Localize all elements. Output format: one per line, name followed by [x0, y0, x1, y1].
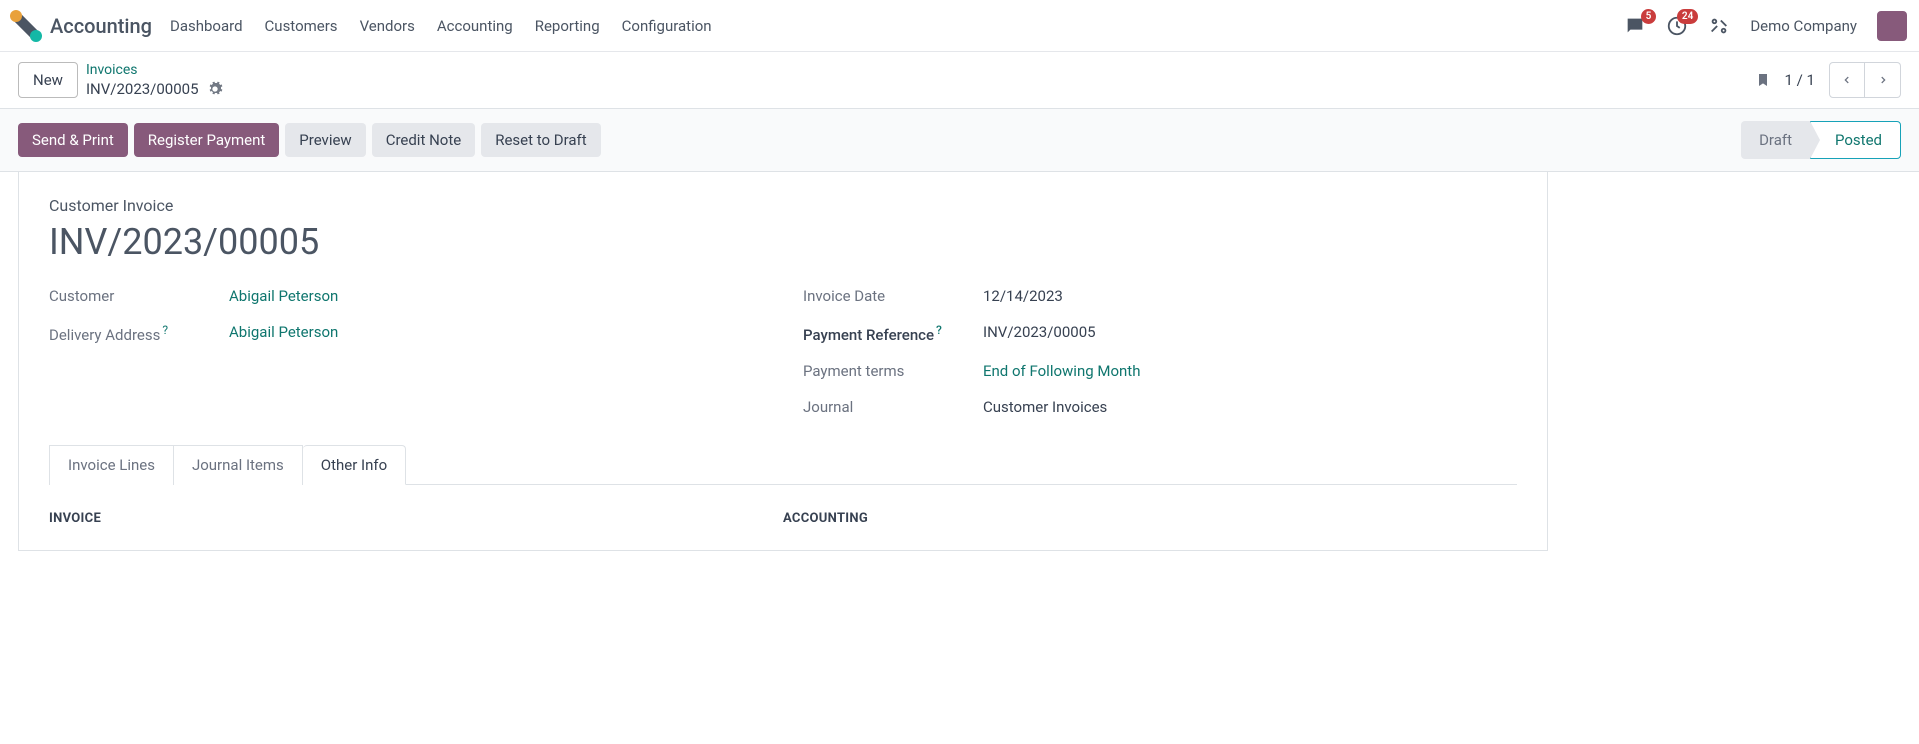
- form-col-right: Invoice Date 12/14/2023 Payment Referenc…: [803, 287, 1517, 416]
- preview-button[interactable]: Preview: [285, 123, 365, 157]
- payment-terms-value[interactable]: End of Following Month: [983, 362, 1517, 380]
- activities-badge: 24: [1677, 9, 1698, 24]
- messages-icon[interactable]: 5: [1624, 15, 1646, 37]
- nav-reporting[interactable]: Reporting: [535, 17, 600, 35]
- breadcrumb-bar: New Invoices INV/2023/00005 1 / 1: [0, 52, 1919, 109]
- form-sheet: Customer Invoice INV/2023/00005 Customer…: [18, 172, 1548, 551]
- nav-items: Dashboard Customers Vendors Accounting R…: [170, 17, 712, 35]
- invoice-date-value[interactable]: 12/14/2023: [983, 287, 1517, 305]
- company-switcher[interactable]: Demo Company: [1750, 17, 1857, 35]
- gear-icon[interactable]: [207, 81, 223, 97]
- user-avatar[interactable]: [1877, 11, 1907, 41]
- pager-next[interactable]: [1865, 62, 1901, 98]
- delivery-address-label: Delivery Address?: [49, 323, 209, 344]
- delivery-address-value[interactable]: Abigail Peterson: [229, 323, 763, 344]
- reset-draft-button[interactable]: Reset to Draft: [481, 123, 600, 157]
- breadcrumb-current-text: INV/2023/00005: [86, 80, 199, 98]
- credit-note-button[interactable]: Credit Note: [372, 123, 476, 157]
- help-icon[interactable]: ?: [936, 323, 942, 337]
- chevron-left-icon: [1842, 73, 1852, 87]
- tabs: Invoice Lines Journal Items Other Info: [49, 444, 1517, 485]
- nav-dashboard[interactable]: Dashboard: [170, 17, 243, 35]
- section-accounting-title: ACCOUNTING: [783, 511, 1517, 526]
- status-bar: Draft Posted: [1741, 121, 1901, 159]
- journal-label: Journal: [803, 398, 963, 416]
- pager: [1829, 62, 1901, 98]
- status-posted[interactable]: Posted: [1810, 121, 1901, 159]
- breadcrumb: Invoices INV/2023/00005: [86, 62, 223, 98]
- payment-reference-label: Payment Reference?: [803, 323, 963, 344]
- nav-accounting[interactable]: Accounting: [437, 17, 513, 35]
- breadcrumb-parent[interactable]: Invoices: [86, 62, 223, 78]
- bookmark-icon[interactable]: [1755, 70, 1771, 90]
- invoice-date-label: Invoice Date: [803, 287, 963, 305]
- chevron-right-icon: [1878, 73, 1888, 87]
- form-grid: Customer Abigail Peterson Delivery Addre…: [49, 287, 1517, 416]
- breadcrumb-current: INV/2023/00005: [86, 80, 223, 98]
- payment-reference-value[interactable]: INV/2023/00005: [983, 323, 1517, 344]
- activities-icon[interactable]: 24: [1666, 15, 1688, 37]
- register-payment-button[interactable]: Register Payment: [134, 123, 280, 157]
- delivery-address-label-text: Delivery Address: [49, 326, 160, 344]
- pager-count: 1 / 1: [1785, 71, 1816, 89]
- debug-icon[interactable]: [1708, 15, 1730, 37]
- nav-right: 5 24 Demo Company: [1624, 11, 1907, 41]
- customer-label: Customer: [49, 287, 209, 305]
- send-print-button[interactable]: Send & Print: [18, 123, 128, 157]
- payment-terms-label: Payment terms: [803, 362, 963, 380]
- section-invoice-title: INVOICE: [49, 511, 783, 526]
- nav-configuration[interactable]: Configuration: [622, 17, 712, 35]
- pager-prev[interactable]: [1829, 62, 1865, 98]
- breadcrumb-right: 1 / 1: [1755, 62, 1902, 98]
- help-icon[interactable]: ?: [162, 323, 168, 337]
- form-col-left: Customer Abigail Peterson Delivery Addre…: [49, 287, 763, 416]
- brand-icon: [12, 12, 40, 40]
- new-button[interactable]: New: [18, 62, 78, 98]
- customer-value[interactable]: Abigail Peterson: [229, 287, 763, 305]
- top-nav: Accounting Dashboard Customers Vendors A…: [0, 0, 1919, 52]
- messages-badge: 5: [1641, 9, 1657, 24]
- tab-journal-items[interactable]: Journal Items: [174, 445, 303, 485]
- status-draft[interactable]: Draft: [1741, 121, 1810, 159]
- journal-value[interactable]: Customer Invoices: [983, 398, 1517, 416]
- brand[interactable]: Accounting: [12, 12, 152, 40]
- nav-vendors[interactable]: Vendors: [360, 17, 415, 35]
- action-bar: Send & Print Register Payment Preview Cr…: [0, 109, 1919, 172]
- payment-reference-label-text: Payment Reference: [803, 326, 934, 344]
- document-type: Customer Invoice: [49, 196, 1517, 215]
- document-title: INV/2023/00005: [49, 221, 1517, 263]
- section-row: INVOICE ACCOUNTING: [49, 511, 1517, 526]
- tab-other-info[interactable]: Other Info: [303, 445, 406, 485]
- tab-invoice-lines[interactable]: Invoice Lines: [49, 445, 174, 485]
- nav-customers[interactable]: Customers: [265, 17, 338, 35]
- brand-label: Accounting: [50, 14, 152, 38]
